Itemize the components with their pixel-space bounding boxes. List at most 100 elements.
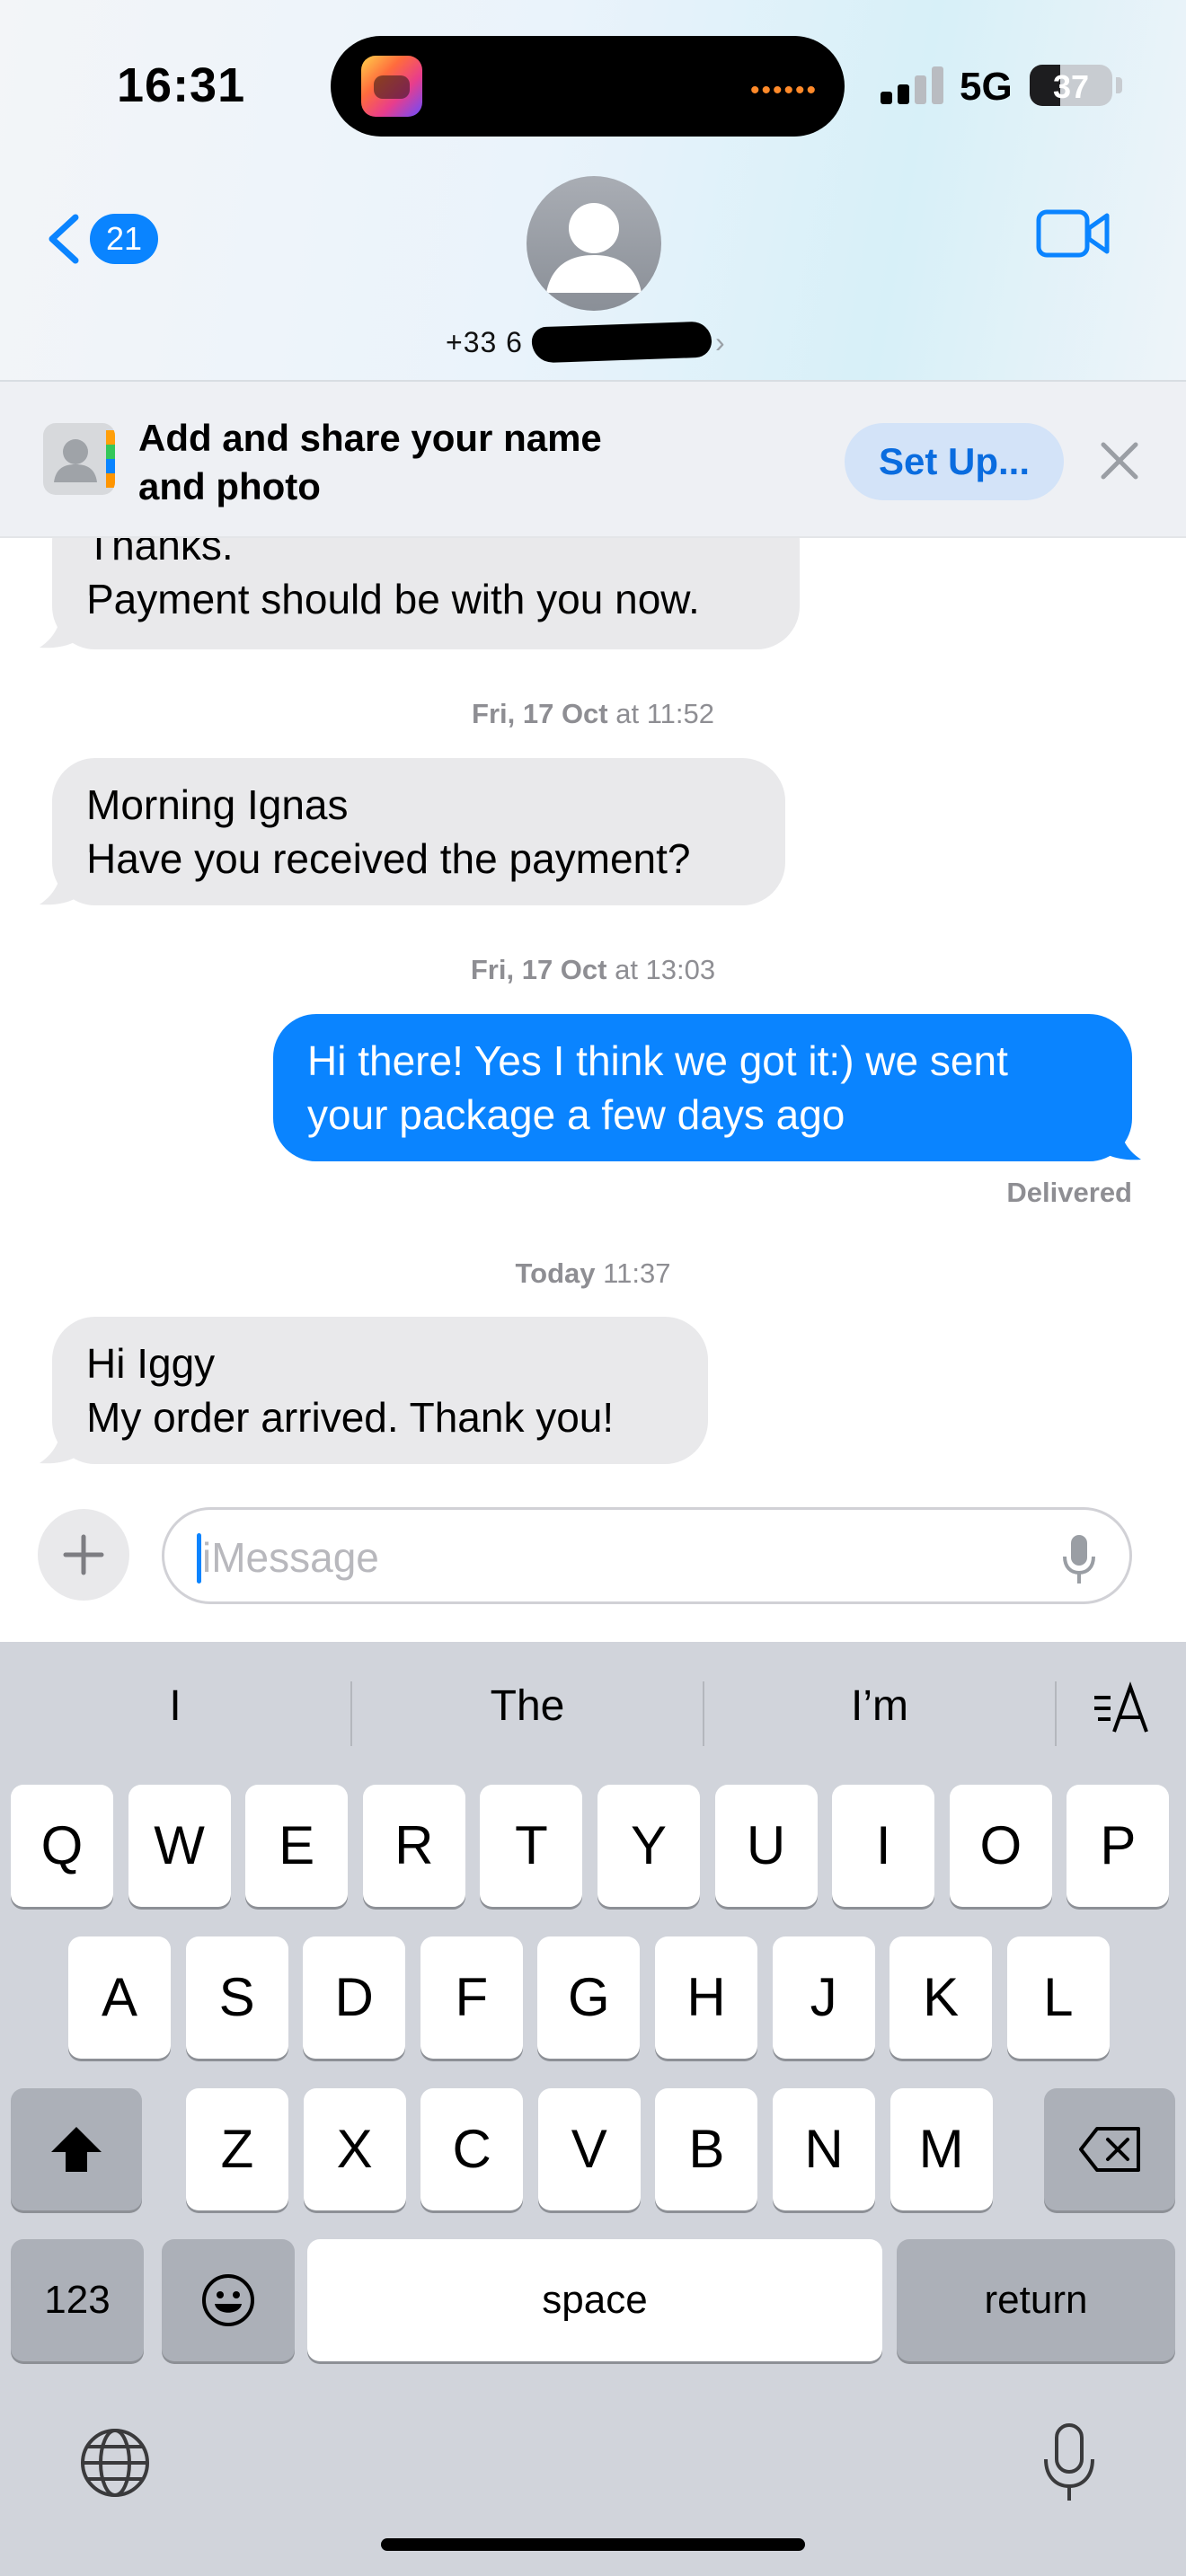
delivered-status: Delivered [1006,1177,1132,1208]
message-line: Morning Ignas [86,781,349,828]
return-key[interactable]: return [897,2239,1175,2361]
message-composer: iMessage [0,1482,1186,1642]
share-banner-title: Add and share your name and photo [138,417,602,507]
battery-percentage: 37 [1052,68,1090,105]
backspace-key[interactable] [1044,2088,1175,2210]
key-x[interactable]: X [303,2088,406,2210]
network-type: 5G [960,65,1013,109]
key-r[interactable]: R [362,1785,465,1907]
timestamp-time: at 11:52 [607,698,714,729]
outgoing-message-bubble[interactable]: Hi there! Yes I think we got it:) we sen… [273,1014,1132,1161]
incoming-message-bubble[interactable]: Morning Ignas Have you received the paym… [52,758,785,905]
timestamp-time: 11:37 [595,1257,671,1289]
predictive-bar: I The I’m [0,1642,1186,1786]
close-icon[interactable] [1093,434,1146,488]
setup-button[interactable]: Set Up... [845,423,1064,500]
message-line: Hi Iggy [86,1340,216,1387]
live-activity-dots-icon: •••••• [749,75,818,105]
message-line: Thanks. [86,538,234,569]
contact-avatar[interactable] [527,176,661,311]
unread-count-badge: 21 [90,214,159,264]
key-j[interactable]: J [772,1936,875,2059]
message-input[interactable]: iMessage [162,1507,1132,1604]
message-line: Have you received the payment? [86,835,691,882]
dynamic-island[interactable]: •••••• [331,36,845,137]
conversation-header: 16:31 •••••• 5G 37 21 +33 6 › [0,0,1186,382]
contact-name-button[interactable]: +33 6 › [446,320,725,365]
key-l[interactable]: L [1006,1936,1110,2059]
share-name-photo-banner: Add and share your name and photo Set Up… [0,382,1186,538]
home-indicator[interactable] [381,2538,805,2551]
key-h[interactable]: H [655,1936,757,2059]
key-s[interactable]: S [185,1936,288,2059]
key-w[interactable]: W [128,1785,231,1907]
key-c[interactable]: C [420,2088,524,2210]
contacts-app-icon [43,423,115,495]
key-t[interactable]: T [480,1785,583,1907]
key-k[interactable]: K [890,1936,993,2059]
plus-icon [63,1534,104,1575]
live-activity-app-icon [361,56,422,117]
key-z[interactable]: Z [186,2088,288,2210]
key-u[interactable]: U [714,1785,818,1907]
battery-tip [1116,77,1122,93]
video-call-icon[interactable] [1035,205,1111,262]
timestamp-day: Today [515,1257,596,1289]
person-silhouette-icon [546,203,642,293]
text-format-icon[interactable] [1089,1678,1152,1741]
emoji-icon [202,2274,254,2326]
key-g[interactable]: G [537,1936,641,2059]
numbers-key[interactable]: 123 [11,2239,144,2361]
space-key[interactable]: space [307,2239,882,2361]
suggestion[interactable]: I’m [704,1681,1055,1731]
text-cursor [197,1533,201,1584]
message-line: My order arrived. Thank you! [86,1394,615,1441]
incoming-message-bubble[interactable]: Thanks. Payment should be with you now. [52,538,800,649]
timestamp-day: Fri, 17 Oct [470,954,607,985]
cellular-signal-icon [881,65,943,104]
key-v[interactable]: V [537,2088,641,2210]
chevron-left-icon [49,214,79,264]
key-o[interactable]: O [949,1785,1052,1907]
bubble-tail [40,595,90,648]
emoji-key[interactable] [162,2239,295,2361]
key-q[interactable]: Q [11,1785,113,1907]
status-time: 16:31 [117,58,246,112]
key-d[interactable]: D [303,1936,406,2059]
key-a[interactable]: A [68,1936,171,2059]
battery-icon: 37 [1030,65,1112,106]
timestamp: Today 11:37 [0,1257,1186,1290]
dictation-mic-icon[interactable] [1042,2422,1096,2504]
shift-arrow-icon [51,2127,102,2172]
keyboard: I The I’m QWERTYUIOP ASDFGHJKL ZXCVBNM 1… [0,1642,1186,2576]
globe-icon[interactable] [77,2425,153,2501]
bubble-tail [40,852,90,905]
suggestion[interactable]: The [352,1681,703,1731]
key-y[interactable]: Y [597,1785,700,1907]
shift-key[interactable] [11,2088,142,2210]
bubble-tail [40,1411,90,1464]
message-line: your package a few days ago [307,1091,845,1138]
message-line: Payment should be with you now. [86,576,700,622]
message-thread[interactable]: Thanks. Payment should be with you now. … [0,538,1186,1481]
delete-icon [1079,2127,1140,2172]
key-m[interactable]: M [890,2088,993,2210]
dictation-mic-icon[interactable] [1061,1533,1097,1585]
suggestion[interactable]: I [0,1681,350,1731]
redaction-mark [531,321,712,364]
incoming-message-bubble[interactable]: Hi Iggy My order arrived. Thank you! [52,1317,708,1464]
key-e[interactable]: E [245,1785,349,1907]
apps-plus-button[interactable] [38,1509,129,1601]
key-b[interactable]: B [655,2088,758,2210]
timestamp-day: Fri, 17 Oct [472,698,608,729]
suggestion-divider [1055,1681,1057,1746]
key-i[interactable]: I [832,1785,935,1907]
key-f[interactable]: F [420,1936,523,2059]
bubble-tail [1091,1107,1141,1160]
key-n[interactable]: N [773,2088,875,2210]
timestamp-time: at 13:03 [606,954,716,985]
message-line: Hi there! Yes I think we got it:) we sen… [307,1037,1008,1084]
key-p[interactable]: P [1067,1785,1170,1907]
back-button[interactable]: 21 [40,205,174,273]
timestamp: Fri, 17 Oct at 13:03 [0,954,1186,986]
